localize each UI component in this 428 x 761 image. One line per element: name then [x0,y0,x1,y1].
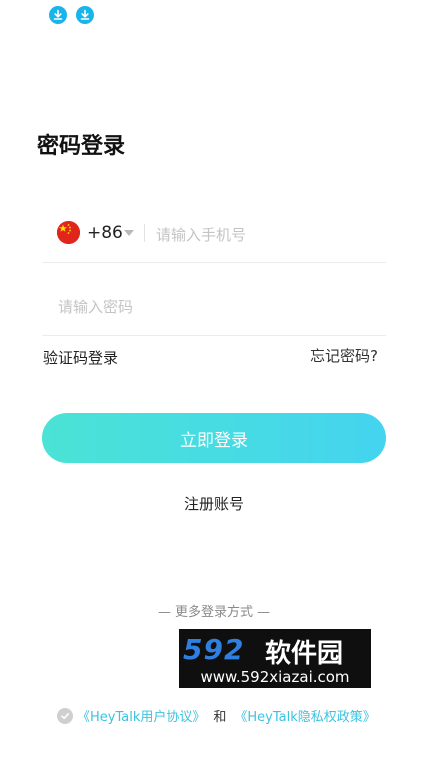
page-title: 密码登录 [37,134,126,159]
field-divider [144,224,145,242]
check-circle-icon[interactable] [57,707,73,724]
code-login-link[interactable]: 验证码登录 [43,347,118,368]
watermark-logo: 592 软件园 www.592xiazai.com [179,629,371,688]
agreement-row: 《HeyTalk用户协议》 和 《HeyTalk隐私权政策》 [57,706,376,725]
privacy-policy-link[interactable]: 《HeyTalk隐私权政策》 [234,706,375,725]
watermark-brand-number: 592 [183,633,245,666]
user-agreement-link[interactable]: 《HeyTalk用户协议》 [77,706,205,725]
download-icon [49,6,67,24]
more-login-methods-label: — 更多登录方式 — [157,605,271,620]
watermark-url: www.592xiazai.com [200,668,350,686]
password-field-row [42,280,386,336]
status-bar-icons [49,6,94,24]
register-account-link[interactable]: 注册账号 [0,493,428,514]
phone-field-row: +86 [42,209,386,263]
country-code-selector[interactable]: +86 [87,223,123,243]
chevron-down-icon[interactable] [124,230,134,236]
china-flag-icon[interactable] [57,221,80,244]
watermark-brand-text: 软件园 [265,639,344,669]
agreement-and-text: 和 [213,710,227,725]
forgot-password-link[interactable]: 忘记密码? [310,345,378,366]
password-input[interactable] [56,294,360,320]
phone-number-input[interactable] [154,222,378,248]
download-icon [76,6,94,24]
login-button[interactable]: 立即登录 [42,413,386,463]
